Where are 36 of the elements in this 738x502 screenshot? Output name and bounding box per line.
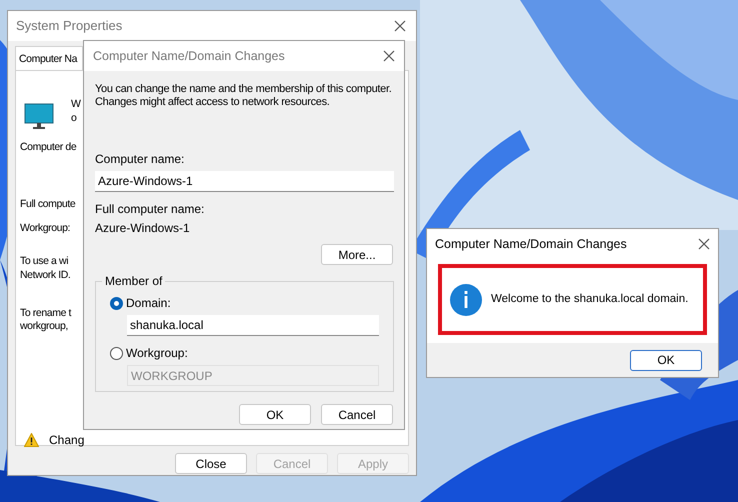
partial-text: W <box>71 97 81 111</box>
window-title: System Properties <box>16 17 122 36</box>
field-label: Computer name: <box>95 151 186 168</box>
close-icon[interactable] <box>698 238 710 250</box>
dialog-title: Computer Name/Domain Changes <box>435 236 627 253</box>
membership-field[interactable]: shanuka.local <box>127 315 379 336</box>
partial-text: workgroup, <box>20 319 69 333</box>
dialog-button[interactable]: More... <box>321 244 393 265</box>
dialog-button[interactable]: Cancel <box>321 404 393 425</box>
partial-text: Full compute <box>20 197 76 211</box>
description-text: You can change the name and the membership of this computer. Changes might affect access to network resources. <box>95 83 393 109</box>
dialog-button[interactable]: OK <box>630 350 702 370</box>
partial-text: Workgroup: <box>20 221 70 235</box>
warning-icon <box>24 433 39 447</box>
radio-label: Workgroup: <box>126 345 188 362</box>
tab[interactable]: Computer Na <box>15 46 83 70</box>
dialog-button[interactable]: Close <box>175 453 247 474</box>
partial-text: o <box>71 111 76 125</box>
dialog-title: Computer Name/Domain Changes <box>93 48 285 65</box>
partial-text: Computer de <box>20 140 76 154</box>
computer-name-field[interactable]: Azure-Windows-1 <box>95 171 394 192</box>
monitor-icon <box>24 103 54 129</box>
close-icon[interactable] <box>394 20 406 32</box>
radio-button[interactable] <box>110 296 123 310</box>
info-icon <box>450 284 482 316</box>
message-text: Welcome to the shanuka.local domain. <box>491 292 688 307</box>
group-label: Member of <box>102 274 166 288</box>
partial-text: To rename t <box>20 306 72 320</box>
warning-text: Chang <box>49 432 84 449</box>
radio-label: Domain: <box>126 295 171 312</box>
partial-text: To use a wi <box>20 254 68 268</box>
close-icon[interactable] <box>383 50 395 62</box>
field-label: Full computer name: <box>95 201 206 218</box>
partial-text: Network ID. <box>20 268 70 282</box>
dialog-button[interactable]: OK <box>239 404 311 425</box>
full-name-text: Azure-Windows-1 <box>95 220 191 237</box>
